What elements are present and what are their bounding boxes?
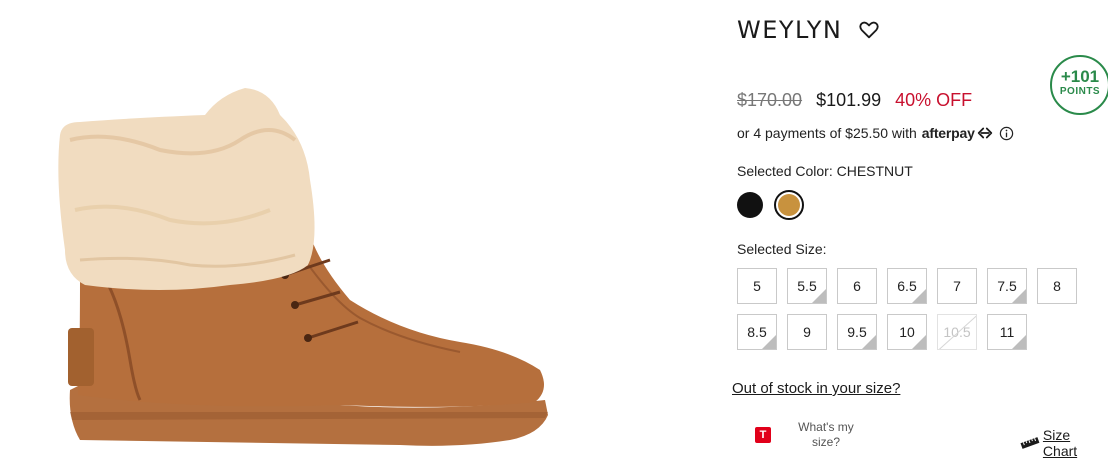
- product-title: WEYLYN: [737, 16, 843, 44]
- color-swatch-black[interactable]: [737, 192, 763, 218]
- size-option[interactable]: 5: [737, 268, 777, 304]
- size-option[interactable]: 9: [787, 314, 827, 350]
- color-swatch-chestnut[interactable]: [774, 190, 804, 220]
- points-label: POINTS: [1059, 86, 1101, 97]
- truefit-line-1: What's my: [798, 420, 854, 434]
- size-option[interactable]: 8: [1037, 268, 1077, 304]
- product-image: [58, 88, 548, 446]
- afterpay-row: or 4 payments of $25.50 with afterpay: [737, 125, 1014, 141]
- truefit-text: What's my size?: [791, 420, 861, 450]
- ruler-icon: [1020, 437, 1040, 449]
- heart-icon[interactable]: [858, 19, 880, 41]
- size-chart-link[interactable]: Size Chart: [1020, 427, 1108, 459]
- afterpay-text: or 4 payments of $25.50 with: [737, 125, 917, 141]
- size-option-unavailable[interactable]: 10.5: [937, 314, 977, 350]
- chestnut-swatch-fill: [778, 194, 800, 216]
- afterpay-brand[interactable]: afterpay: [922, 125, 975, 141]
- size-option[interactable]: 6.5: [887, 268, 927, 304]
- sale-price: $101.99: [816, 90, 882, 110]
- rewards-points-badge: +101 POINTS: [1050, 55, 1108, 115]
- info-icon[interactable]: [999, 126, 1014, 141]
- title-row: WEYLYN: [737, 16, 880, 44]
- size-option[interactable]: 5.5: [787, 268, 827, 304]
- size-option[interactable]: 9.5: [837, 314, 877, 350]
- color-swatches: [737, 190, 804, 220]
- size-option[interactable]: 8.5: [737, 314, 777, 350]
- points-value: +101: [1060, 67, 1100, 86]
- size-option[interactable]: 10: [887, 314, 927, 350]
- truefit-widget[interactable]: T What's my size?: [755, 420, 861, 450]
- original-price: $170.00: [737, 90, 803, 110]
- price-row: $170.00 $101.99 40% OFF: [737, 90, 972, 111]
- size-chart-label: Size Chart: [1042, 427, 1078, 459]
- selected-size-label: Selected Size:: [737, 241, 827, 257]
- size-option[interactable]: 7: [937, 268, 977, 304]
- size-option[interactable]: 6: [837, 268, 877, 304]
- selected-color-label: Selected Color: CHESTNUT: [737, 163, 913, 179]
- out-of-stock-link[interactable]: Out of stock in your size?: [732, 380, 900, 397]
- size-option[interactable]: 7.5: [987, 268, 1027, 304]
- discount-label: 40% OFF: [895, 90, 973, 110]
- truefit-icon: T: [755, 427, 771, 443]
- truefit-line-2: size?: [811, 435, 840, 449]
- size-option[interactable]: 11: [987, 314, 1027, 350]
- afterpay-logo-icon: [977, 127, 992, 139]
